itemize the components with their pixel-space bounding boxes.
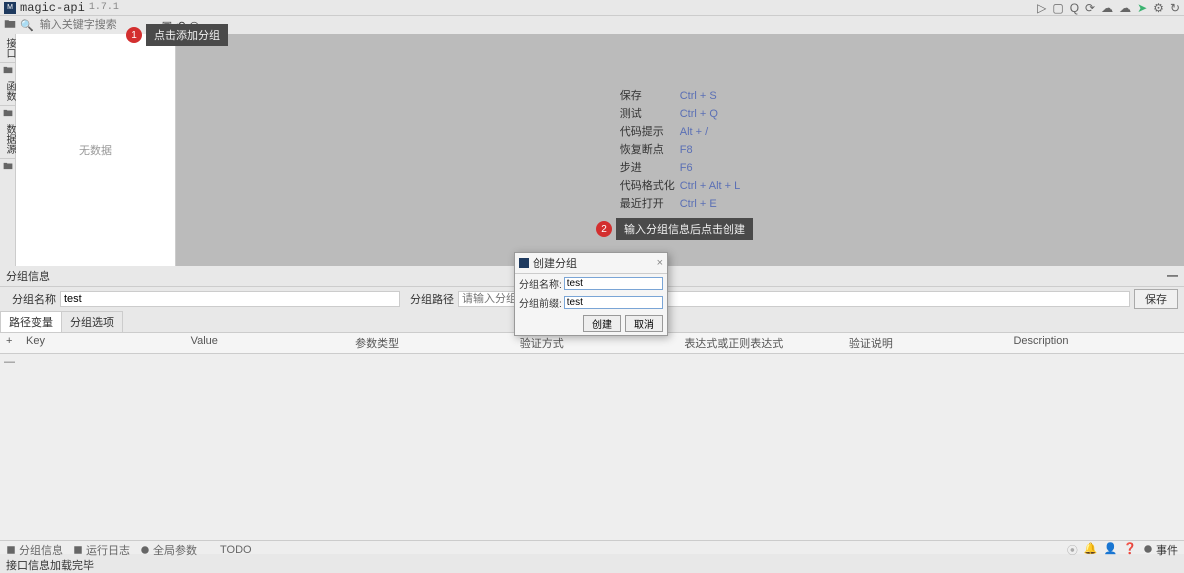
hint-key: Alt + /: [680, 123, 708, 141]
footer-right: ⦿ 🔔 👤 ❓ 事件: [1067, 542, 1178, 558]
dialog-icon: [519, 258, 529, 268]
send-icon[interactable]: ➤: [1137, 1, 1147, 15]
th-value: Value: [191, 335, 356, 351]
dialog-name-row: 分组名称:: [515, 274, 667, 293]
sidebar-tab-datasource[interactable]: 数据源: [0, 120, 15, 159]
footer: 分组信息 运行日志 全局参数 TODO ⦿ 🔔 👤 ❓ 事件: [0, 540, 1184, 558]
bell-icon[interactable]: 🔔: [1084, 542, 1098, 558]
app-version: 1.7.1: [89, 2, 119, 13]
dialog-prefix-label: 分组前缀:: [519, 295, 562, 310]
search-glass-icon: 🔍: [20, 19, 34, 32]
close-icon[interactable]: ×: [657, 257, 663, 269]
hint-key: F8: [680, 141, 693, 159]
main: 接口 函数 数据源 无数据 保存Ctrl + S测试Ctrl + Q代码提示Al…: [0, 34, 1184, 266]
create-button[interactable]: 创建: [583, 315, 621, 332]
sidebar-tab-api[interactable]: 接口: [0, 34, 15, 63]
dialog-buttons: 创建 取消: [515, 312, 667, 335]
tab-group-options[interactable]: 分组选项: [61, 311, 123, 332]
app-icon: M: [4, 2, 16, 14]
hint-key: Ctrl + Q: [680, 105, 718, 123]
add-row-icon[interactable]: +: [6, 335, 26, 351]
folder-small-icon: [3, 65, 13, 75]
dialog-prefix-row: 分组前缀:: [515, 293, 667, 312]
minimize-icon[interactable]: —: [1167, 270, 1178, 282]
save-button[interactable]: 保存: [1134, 289, 1178, 309]
hint-label: 代码格式化: [620, 177, 680, 195]
dialog-name-input[interactable]: [564, 277, 663, 290]
dialog-prefix-input[interactable]: [564, 296, 663, 309]
tree-panel: 无数据: [16, 34, 176, 266]
callout-2: 2 输入分组信息后点击创建: [596, 218, 753, 240]
cloud-up-icon[interactable]: ☁: [1101, 1, 1113, 15]
cancel-button[interactable]: 取消: [625, 315, 663, 332]
th-validate: 验证方式: [520, 335, 685, 351]
titlebar: M magic-api 1.7.1 ▷ ▢ Q ⟳ ☁ ☁ ➤ ⚙ ↻: [0, 0, 1184, 16]
hint-label: 保存: [620, 87, 680, 105]
th-key: Key: [26, 335, 191, 351]
hint-label: 最近打开: [620, 195, 680, 213]
footer-global-params[interactable]: 全局参数: [140, 542, 197, 558]
sidebar-tab-function[interactable]: 函数: [0, 77, 15, 106]
footer-todo[interactable]: TODO: [207, 544, 252, 556]
hint-label: 步进: [620, 159, 680, 177]
hint-key: Ctrl + Alt + L: [680, 177, 741, 195]
callout-text: 点击添加分组: [146, 24, 228, 46]
run-icon[interactable]: ▷: [1037, 1, 1046, 15]
cloud-down-icon[interactable]: ☁: [1119, 1, 1131, 15]
group-info-title: 分组信息: [6, 268, 50, 284]
callout-badge: 2: [596, 221, 612, 237]
th-type: 参数类型: [355, 335, 520, 351]
footer-run-log[interactable]: 运行日志: [73, 542, 130, 558]
search-icon[interactable]: Q: [1070, 1, 1079, 15]
table-header: + Key Value 参数类型 验证方式 表达式或正则表达式 验证说明 Des…: [0, 333, 1184, 354]
footer-event[interactable]: 事件: [1156, 545, 1178, 557]
hint-key: Ctrl + E: [680, 195, 717, 213]
group-name-input[interactable]: [60, 291, 400, 307]
footer-group-info[interactable]: 分组信息: [6, 542, 63, 558]
th-desc: Description: [1013, 335, 1178, 351]
sidebar: 接口 函数 数据源: [0, 34, 16, 266]
hint-key: Ctrl + S: [680, 87, 717, 105]
th-msg: 验证说明: [849, 335, 1014, 351]
dialog-header: 创建分组 ×: [515, 253, 667, 274]
callout-text: 输入分组信息后点击创建: [616, 218, 753, 240]
hint-label: 代码提示: [620, 123, 680, 141]
app-name: magic-api: [20, 1, 85, 15]
group-name-label: 分组名称: [6, 291, 56, 307]
hint-label: 恢复断点: [620, 141, 680, 159]
create-group-dialog: 创建分组 × 分组名称: 分组前缀: 创建 取消: [514, 252, 668, 336]
status-bar: 接口信息加载完毕: [0, 558, 1184, 572]
table-body: —: [0, 354, 1184, 554]
titlebar-actions: ▷ ▢ Q ⟳ ☁ ☁ ➤ ⚙ ↻: [1037, 1, 1180, 15]
hints: 保存Ctrl + S测试Ctrl + Q代码提示Alt + /恢复断点F8步进F…: [620, 87, 741, 213]
history-icon[interactable]: ⟳: [1085, 1, 1095, 15]
hint-key: F6: [680, 159, 693, 177]
dialog-name-label: 分组名称:: [519, 276, 562, 291]
github-icon[interactable]: ⦿: [1067, 542, 1078, 558]
refresh-icon[interactable]: ↻: [1170, 1, 1180, 15]
callout-badge: 1: [126, 27, 142, 43]
folder-icon[interactable]: ▢: [1052, 1, 1063, 15]
tree-empty: 无数据: [79, 142, 112, 158]
th-expr: 表达式或正则表达式: [684, 335, 849, 351]
hint-label: 测试: [620, 105, 680, 123]
folder-small-icon: [3, 108, 13, 118]
dialog-title: 创建分组: [533, 255, 577, 271]
settings-icon[interactable]: ⚙: [1153, 1, 1164, 15]
status-text: 接口信息加载完毕: [6, 557, 94, 573]
help-icon[interactable]: ❓: [1123, 542, 1137, 558]
callout-1: 1 点击添加分组: [126, 24, 228, 46]
remove-row-icon[interactable]: —: [0, 354, 1184, 370]
folder-tree-icon[interactable]: [4, 18, 16, 33]
folder-small-icon: [3, 161, 13, 171]
tab-path-vars[interactable]: 路径变量: [0, 311, 62, 332]
group-path-label: 分组路径: [404, 291, 454, 307]
user-icon[interactable]: 👤: [1104, 542, 1118, 558]
